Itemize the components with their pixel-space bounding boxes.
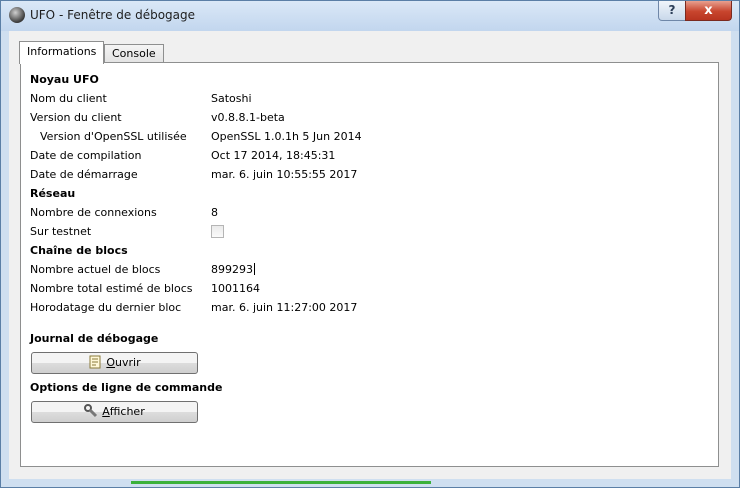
estimated-blocks-value[interactable]: 1001164 — [211, 282, 260, 296]
tab-console[interactable]: Console — [104, 44, 164, 63]
client-name-label: Nom du client — [30, 92, 107, 105]
build-date-label: Date de compilation — [30, 149, 142, 162]
debug-log-section-title: Journal de débogage — [30, 332, 159, 345]
startup-date-value[interactable]: mar. 6. juin 10:55:55 2017 — [211, 168, 357, 182]
debug-window: UFO - Fenêtre de débogage ? x Informatio… — [0, 0, 740, 488]
open-label: uvrir — [115, 356, 141, 369]
tab-informations[interactable]: Informations — [19, 41, 105, 64]
connections-label: Nombre de connexions — [30, 206, 157, 219]
ufo-app-icon — [9, 7, 25, 23]
last-block-label: Horodatage du dernier bloc — [30, 301, 182, 314]
show-label: fficher — [109, 405, 145, 418]
client-area: Informations Console Noyau UFO Nom du cl… — [9, 31, 731, 479]
title-bar[interactable]: UFO - Fenêtre de débogage ? x — [1, 1, 739, 31]
openssl-value[interactable]: OpenSSL 1.0.1h 5 Jun 2014 — [211, 130, 362, 144]
help-button[interactable]: ? — [658, 1, 686, 21]
client-version-value[interactable]: v0.8.8.1-beta — [211, 111, 285, 125]
open-mnemonic: O — [106, 356, 116, 369]
testnet-checkbox[interactable] — [211, 225, 224, 238]
network-section-title: Réseau — [30, 187, 76, 200]
openssl-label: Version d'OpenSSL utilisée — [40, 130, 187, 143]
window-title: UFO - Fenêtre de débogage — [30, 8, 196, 22]
current-blocks-text: 899293 — [211, 263, 253, 276]
cmdline-section-title: Options de ligne de commande — [30, 381, 223, 394]
text-caret — [254, 263, 255, 275]
client-name-value[interactable]: Satoshi — [211, 92, 252, 106]
core-section-title: Noyau UFO — [30, 73, 99, 86]
wrench-icon — [84, 404, 98, 418]
close-button[interactable]: x — [685, 1, 732, 21]
show-cmdline-button[interactable]: Afficher — [31, 401, 198, 423]
testnet-label: Sur testnet — [30, 225, 92, 238]
informations-panel: Noyau UFO Nom du client Satoshi Version … — [20, 62, 719, 467]
open-debug-log-button[interactable]: Ouvrir — [31, 352, 198, 374]
estimated-blocks-label: Nombre total estimé de blocs — [30, 282, 193, 295]
startup-date-label: Date de démarrage — [30, 168, 138, 181]
show-mnemonic: A — [102, 405, 110, 418]
current-blocks-label: Nombre actuel de blocs — [30, 263, 161, 276]
status-bar-progress — [131, 481, 431, 484]
last-block-value[interactable]: mar. 6. juin 11:27:00 2017 — [211, 301, 357, 315]
document-icon — [88, 355, 102, 369]
connections-value[interactable]: 8 — [211, 206, 218, 220]
blockchain-section-title: Chaîne de blocs — [30, 244, 128, 257]
client-version-label: Version du client — [30, 111, 122, 124]
current-blocks-value[interactable]: 899293 — [211, 263, 255, 277]
build-date-value[interactable]: Oct 17 2014, 18:45:31 — [211, 149, 335, 163]
close-icon: x — [704, 3, 713, 18]
